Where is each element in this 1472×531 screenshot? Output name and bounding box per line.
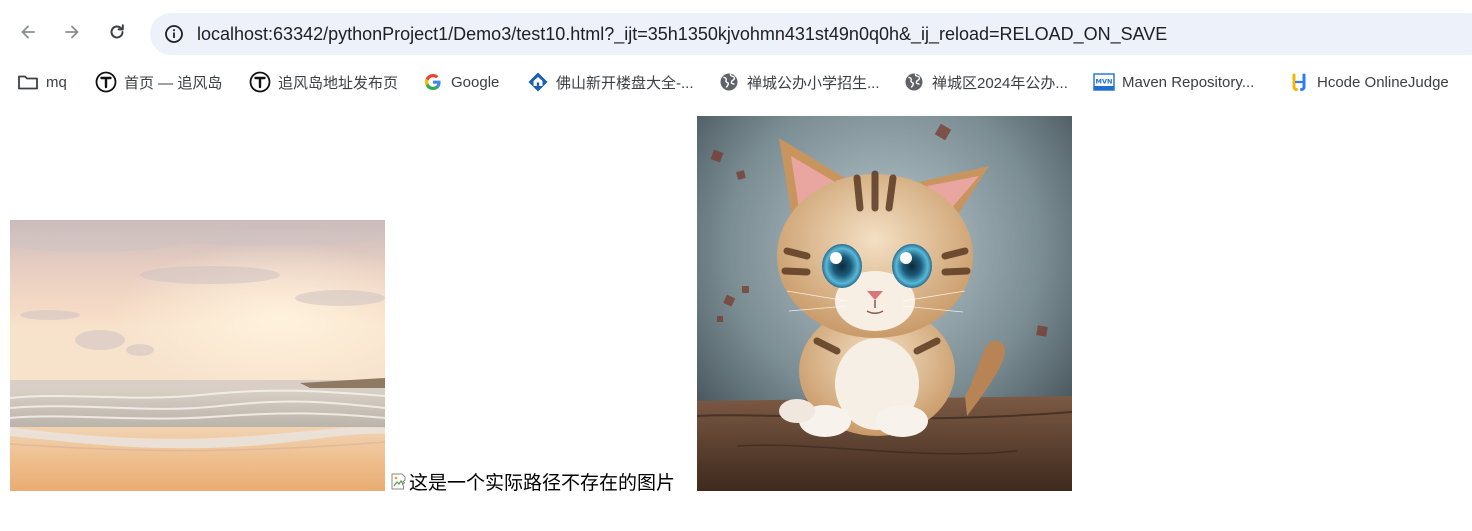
- bookmark-mq[interactable]: mq: [17, 68, 67, 96]
- bookmark-label: 追风岛地址发布页: [278, 74, 399, 92]
- bookmark-label: 佛山新开楼盘大全-...: [556, 74, 694, 92]
- bookmark-foshan-housing[interactable]: 佛山新开楼盘大全-...: [527, 68, 694, 96]
- bookmark-label: 禅城区2024年公办...: [932, 74, 1068, 92]
- reload-icon: [110, 24, 124, 39]
- browser-chrome: localhost:63342/pythonProject1/Demo3/tes…: [0, 0, 1472, 105]
- forward-button[interactable]: [54, 14, 90, 50]
- bookmark-label: Google: [451, 73, 500, 91]
- bookmark-label: Maven Repository...: [1122, 73, 1255, 91]
- bookmarks-bar: mq 首页 — 追风岛 追风岛地址发布页 Google 佛山新开楼盘大全-...…: [0, 64, 1472, 100]
- bookmark-hcode-onlinejudge[interactable]: Hcode OnlineJudge: [1288, 68, 1449, 96]
- bookmark-chancheng-school[interactable]: 禅城公办小学招生...: [718, 68, 880, 96]
- t-logo-icon: [249, 71, 271, 93]
- kitten-image: [697, 116, 1072, 491]
- address-bar[interactable]: localhost:63342/pythonProject1/Demo3/tes…: [150, 13, 1472, 55]
- url-text[interactable]: localhost:63342/pythonProject1/Demo3/tes…: [197, 13, 1167, 55]
- arrow-left-icon: [21, 25, 35, 39]
- info-icon: [165, 25, 183, 43]
- broken-image-alt-text: 这是一个实际路径不存在的图片: [409, 472, 676, 494]
- bookmark-google[interactable]: Google: [422, 68, 499, 96]
- back-button[interactable]: [10, 14, 46, 50]
- globe-icon: [903, 71, 925, 93]
- bookmark-zhuifengdao-address[interactable]: 追风岛地址发布页: [249, 68, 398, 96]
- bookmark-label: mq: [46, 73, 67, 91]
- bookmark-label: 禅城公办小学招生...: [747, 74, 880, 92]
- mvn-icon: MVN: [1093, 71, 1115, 93]
- bookmark-zhuifengdao-home[interactable]: 首页 — 追风岛: [95, 68, 222, 96]
- reload-button[interactable]: [99, 14, 135, 50]
- svg-text:MVN: MVN: [1096, 78, 1113, 86]
- page-content: 这是一个实际路径不存在的图片: [0, 105, 1472, 531]
- bookmark-chancheng-2024[interactable]: 禅城区2024年公办...: [903, 68, 1068, 96]
- bookmark-maven-repository[interactable]: MVN Maven Repository...: [1093, 68, 1254, 96]
- broken-image-icon: [391, 473, 406, 490]
- broken-image: 这是一个实际路径不存在的图片: [391, 470, 676, 494]
- folder-icon: [17, 71, 39, 93]
- house-icon: [527, 71, 549, 93]
- hcode-icon: [1288, 71, 1310, 93]
- globe-icon: [718, 71, 740, 93]
- google-icon: [422, 71, 444, 93]
- browser-toolbar: localhost:63342/pythonProject1/Demo3/tes…: [0, 0, 1472, 64]
- bookmark-label: 首页 — 追风岛: [124, 74, 223, 92]
- t-logo-icon: [95, 71, 117, 93]
- bookmark-label: Hcode OnlineJudge: [1317, 73, 1449, 91]
- arrow-right-icon: [65, 25, 79, 39]
- beach-sunset-image: [10, 220, 385, 491]
- site-info-button[interactable]: [158, 18, 190, 50]
